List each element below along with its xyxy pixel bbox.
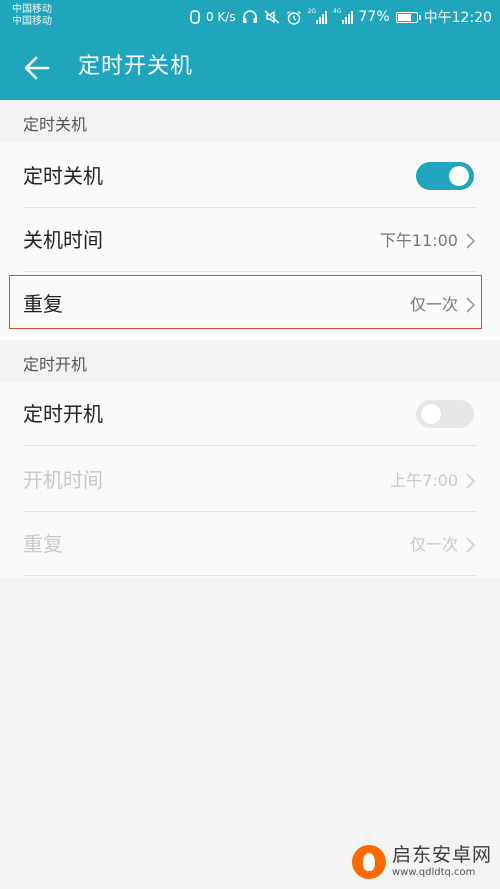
- status-bar: 中国移动 中国移动 0 K/s 2G 4G 77% 中午12:20: [0, 0, 500, 34]
- signal-4g-icon: 4G: [333, 8, 353, 25]
- row-value: 仅一次: [409, 295, 458, 314]
- mute-icon: [264, 9, 280, 25]
- shutdown-card: 定时关机 关机时间 下午11:00 重复 仅一次: [0, 142, 500, 340]
- chevron-right-icon: [466, 233, 476, 249]
- status-icons: 0 K/s 2G 4G 77% 中午12:20: [190, 7, 492, 27]
- row-label: 开机时间: [23, 468, 103, 492]
- section-header-label: 定时关机: [23, 115, 88, 134]
- row-scheduled-shutdown[interactable]: 定时关机: [0, 144, 500, 208]
- row-label: 重复: [23, 532, 63, 556]
- row-shutdown-time[interactable]: 关机时间 下午11:00: [0, 208, 500, 272]
- row-scheduled-startup[interactable]: 定时开机: [0, 382, 500, 446]
- clock: 中午12:20: [423, 10, 492, 26]
- carrier-2: 中国移动: [12, 16, 52, 27]
- watermark-logo-icon: [351, 845, 386, 879]
- watermark-title: 启东安卓网: [391, 844, 492, 866]
- row-value: 仅一次: [409, 535, 458, 554]
- row-label: 定时关机: [23, 164, 103, 188]
- watermark-text: 启东安卓网 www.qdldtq.com: [392, 846, 492, 878]
- arrow-left-icon: [24, 56, 50, 80]
- shutdown-toggle[interactable]: [416, 162, 474, 190]
- row-value: 下午11:00: [379, 231, 458, 250]
- alarm-icon: [286, 9, 302, 25]
- chevron-right-icon: [466, 297, 476, 313]
- battery-percent: 77%: [358, 9, 390, 25]
- watermark-url: www.qdldtq.com: [391, 867, 476, 878]
- back-button[interactable]: [18, 48, 58, 88]
- watermark: 启东安卓网 www.qdldtq.com: [351, 841, 492, 883]
- page-title: 定时开关机: [78, 54, 194, 79]
- network-speed: 0 K/s: [205, 10, 236, 24]
- chevron-right-icon: [466, 537, 476, 553]
- carrier-info: 中国移动 中国移动: [12, 4, 52, 28]
- carrier-1: 中国移动: [12, 4, 52, 15]
- row-label: 关机时间: [23, 228, 103, 252]
- toolbar: 定时开关机: [0, 34, 500, 100]
- row-value: 上午7:00: [390, 471, 458, 490]
- startup-toggle[interactable]: [416, 400, 474, 428]
- toggle-knob: [421, 404, 441, 424]
- battery-icon: [395, 11, 421, 23]
- row-label: 定时开机: [23, 402, 103, 426]
- section-header-label: 定时开机: [23, 355, 88, 374]
- row-label: 重复: [23, 292, 63, 316]
- section-header-shutdown: 定时关机: [0, 100, 500, 142]
- network-type-2g: 2G: [307, 8, 317, 15]
- startup-card: 定时开机 开机时间 上午7:00 重复 仅一次: [0, 382, 500, 578]
- divider: [23, 575, 477, 576]
- section-header-startup: 定时开机: [0, 340, 500, 382]
- signal-2g-icon: 2G: [307, 8, 328, 25]
- divider: [23, 445, 477, 446]
- chevron-right-icon: [466, 473, 476, 489]
- row-startup-time[interactable]: 开机时间 上午7:00: [0, 448, 500, 512]
- toggle-knob: [449, 166, 469, 186]
- network-type-4g: 4G: [333, 8, 342, 15]
- nfc-icon: [190, 9, 200, 25]
- row-startup-repeat[interactable]: 重复 仅一次: [0, 512, 500, 576]
- row-shutdown-repeat[interactable]: 重复 仅一次: [0, 272, 500, 336]
- app-bar: 中国移动 中国移动 0 K/s 2G 4G 77% 中午12:20 定时开关机: [0, 0, 500, 100]
- headset-icon: [242, 9, 258, 25]
